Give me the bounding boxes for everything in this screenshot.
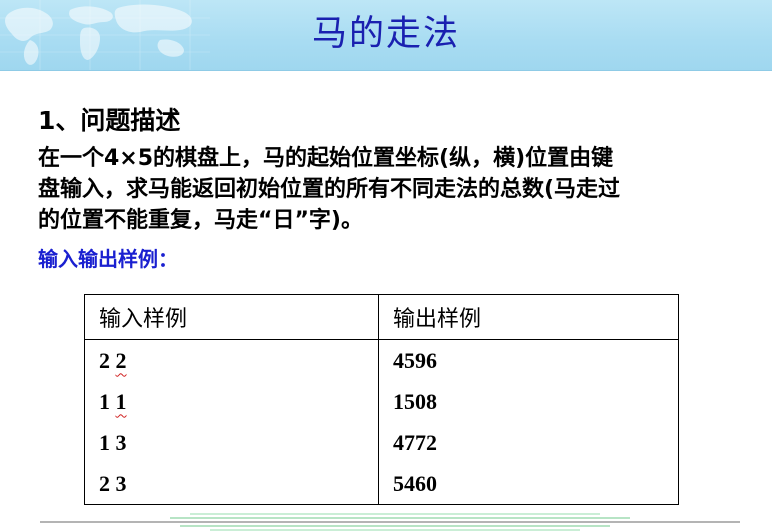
input-value-col: 3 (115, 470, 127, 496)
table-row: 1 1 1508 (84, 381, 679, 422)
output-cell: 4772 (378, 422, 679, 463)
description-line: 的位置不能重复，马走“日”字)。 (38, 208, 363, 233)
output-cell: 1508 (378, 381, 679, 422)
table-row: 2 2 4596 (84, 339, 679, 381)
horizontal-lines-graphic (40, 513, 740, 531)
column-header-input: 输入样例 (84, 294, 379, 340)
input-value-row: 1 (99, 388, 110, 414)
slide-title: 马的走法 (311, 14, 460, 54)
table-header-row: 输入样例 输出样例 (84, 294, 679, 340)
input-cell: 2 3 (84, 463, 379, 505)
input-value-row: 2 (99, 347, 110, 373)
problem-description: 在一个4×5的棋盘上，马的起始位置坐标(纵，横)位置由键 盘输入，求马能返回初始… (38, 143, 753, 236)
slide: 马的走法 1、问题描述 在一个4×5的棋盘上，马的起始位置坐标(纵，横)位置由键… (0, 0, 772, 532)
output-cell: 4596 (378, 339, 679, 381)
table-row: 1 3 4772 (84, 422, 679, 463)
io-sample-table: 输入样例 输出样例 2 2 4596 1 1 1508 1 3 4772 2 3… (84, 294, 679, 505)
input-value-col: 1 (115, 388, 127, 414)
description-line: 盘输入，求马能返回初始位置的所有不同走法的总数(马走过 (38, 177, 621, 202)
column-header-output: 输出样例 (378, 294, 679, 340)
input-cell: 1 3 (84, 422, 379, 463)
output-cell: 5460 (378, 463, 679, 505)
description-line: 在一个4×5的棋盘上，马的起始位置坐标(纵，横)位置由键 (38, 146, 614, 171)
input-value-col: 2 (115, 347, 127, 373)
table-row: 2 3 5460 (84, 463, 679, 505)
section-heading: 1、问题描述 (38, 106, 181, 135)
input-value-row: 1 (99, 429, 110, 455)
slide-header-band: 马的走法 (0, 0, 772, 71)
sample-heading: 输入输出样例： (38, 247, 178, 271)
input-cell: 1 1 (84, 381, 379, 422)
input-cell: 2 2 (84, 339, 379, 381)
input-value-row: 2 (99, 470, 110, 496)
input-value-col: 3 (115, 429, 127, 455)
